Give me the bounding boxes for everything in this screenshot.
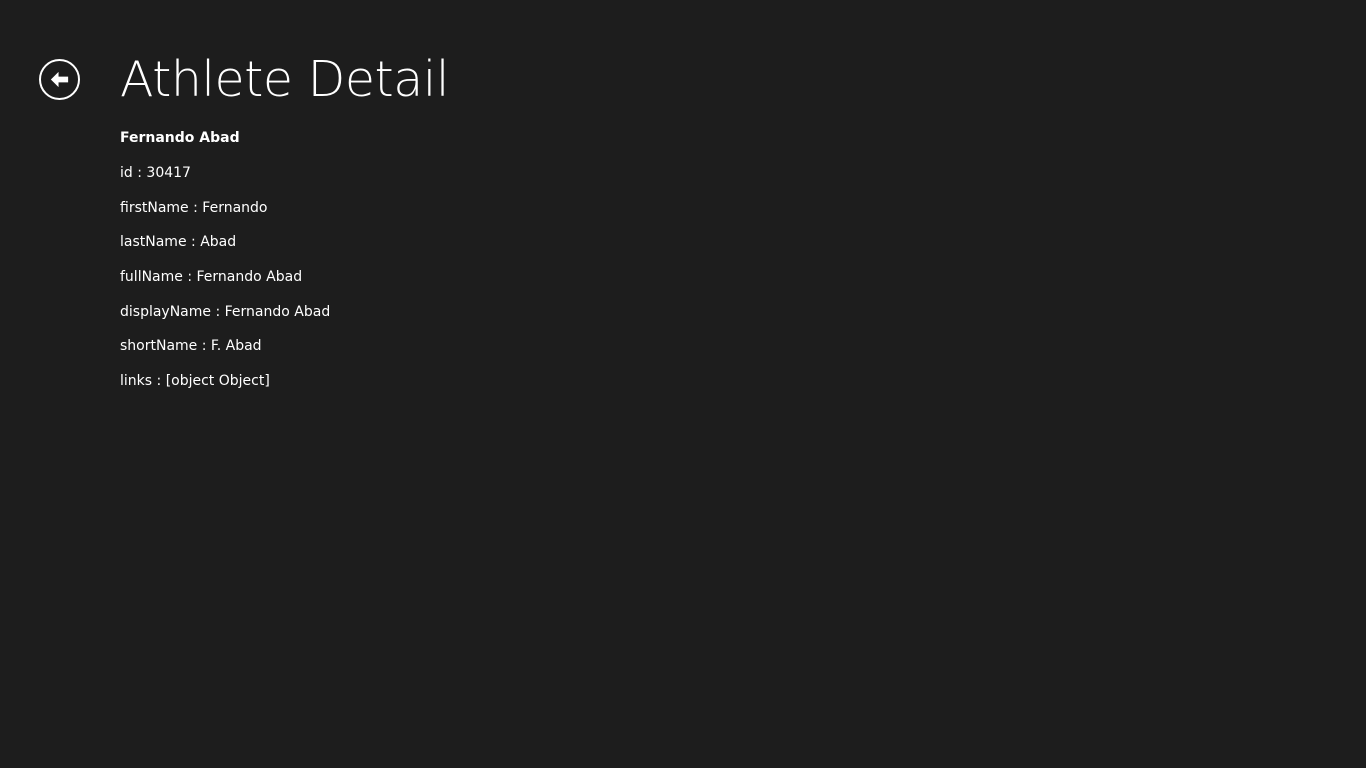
- field-row-id: id : 30417: [120, 163, 330, 183]
- field-value: F. Abad: [210, 338, 262, 355]
- field-value: 30417: [146, 165, 191, 181]
- field-value: [object Object]: [165, 373, 270, 390]
- field-value: Abad: [200, 234, 237, 251]
- field-separator: :: [132, 165, 147, 181]
- field-key: links: [120, 373, 153, 390]
- back-button[interactable]: [39, 59, 80, 100]
- field-row-shortname: shortName : F. Abad: [120, 336, 330, 356]
- field-key: fullName: [120, 269, 183, 286]
- field-key: firstName: [120, 199, 189, 216]
- field-separator: :: [152, 373, 166, 390]
- field-row-firstname: firstName : Fernando: [120, 198, 330, 218]
- field-separator: :: [182, 269, 197, 286]
- field-value: Fernando Abad: [196, 269, 303, 286]
- field-row-fullname: fullName : Fernando Abad: [120, 267, 330, 287]
- field-separator: :: [211, 303, 225, 320]
- page-title: Athlete Detail: [120, 51, 449, 108]
- field-key: lastName: [120, 234, 187, 251]
- athlete-details: Fernando Abad id : 30417 firstName : Fer…: [120, 128, 330, 406]
- field-separator: :: [197, 338, 211, 355]
- field-key: id: [120, 165, 133, 181]
- field-key: shortName: [120, 338, 198, 355]
- back-arrow-icon: [50, 71, 69, 88]
- field-row-links: links : [object Object]: [120, 371, 330, 391]
- field-separator: :: [186, 234, 201, 251]
- field-value: Fernando Abad: [224, 303, 331, 320]
- athlete-name: Fernando Abad: [120, 130, 240, 146]
- field-separator: :: [188, 199, 203, 216]
- field-row-displayname: displayName : Fernando Abad: [120, 302, 330, 322]
- field-value: Fernando: [202, 199, 268, 216]
- field-row-lastname: lastName : Abad: [120, 232, 330, 252]
- field-key: displayName: [120, 303, 212, 320]
